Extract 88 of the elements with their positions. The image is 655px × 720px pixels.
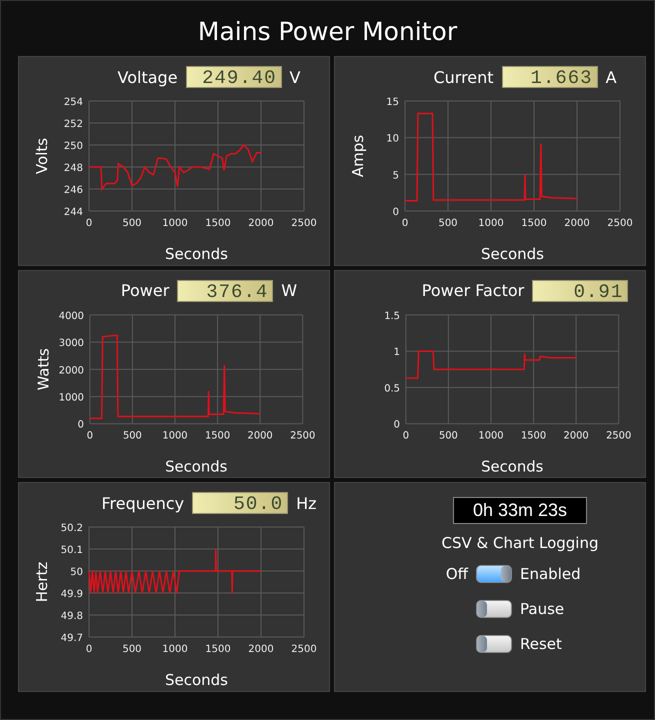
axis-tick-label: 50.1 bbox=[60, 545, 83, 556]
axis-tick-label: 49.9 bbox=[60, 589, 83, 600]
toggle-switch[interactable] bbox=[476, 600, 512, 618]
x-axis-label: Seconds bbox=[165, 458, 228, 476]
axis-tick-label: 1500 bbox=[521, 218, 547, 229]
axis-tick-label: 50 bbox=[70, 567, 83, 578]
lcd-readout: 376.4 bbox=[177, 280, 274, 302]
axis-tick-label: 2000 bbox=[248, 644, 274, 655]
axis-tick-label: 246 bbox=[64, 185, 83, 196]
x-axis-label: Seconds bbox=[164, 245, 228, 263]
axis-tick-label: 50.2 bbox=[60, 523, 83, 534]
lcd-readout: 50.0 bbox=[192, 492, 288, 514]
toggle-label: Enabled bbox=[520, 564, 580, 582]
axis-tick-label: 2500 bbox=[290, 430, 316, 442]
y-axis-label: Hertz bbox=[33, 562, 51, 602]
y-axis-label: Volts bbox=[33, 138, 51, 174]
axis-tick-label: 1000 bbox=[162, 218, 188, 229]
off-label: Off bbox=[444, 564, 468, 582]
axis-tick-label: 0 bbox=[402, 430, 410, 442]
axis-tick-label: 1000 bbox=[58, 392, 84, 404]
axis-tick-label: 1500 bbox=[205, 218, 231, 229]
axis-tick-label: 0 bbox=[402, 218, 408, 229]
axis-tick-label: 4000 bbox=[58, 310, 84, 322]
axis-tick-label: 250 bbox=[64, 141, 83, 152]
axis-tick-label: 1000 bbox=[478, 430, 504, 442]
elapsed-time-display: 0h 33m 23s bbox=[453, 497, 587, 524]
axis-tick-label: 3000 bbox=[58, 338, 84, 349]
unit-label: A bbox=[606, 68, 617, 86]
axis-tick-label: 248 bbox=[64, 163, 83, 174]
unit-label: W bbox=[281, 281, 298, 300]
axis-tick-label: 1000 bbox=[162, 430, 188, 442]
axis-tick-label: 1500 bbox=[205, 644, 231, 655]
axis-tick-label: 500 bbox=[122, 644, 142, 655]
axis-tick-label: 0.5 bbox=[384, 383, 400, 394]
axis-tick-label: 0 bbox=[86, 430, 94, 442]
axis-tick-label: 49.8 bbox=[60, 611, 83, 622]
toggle-switch[interactable] bbox=[476, 634, 512, 652]
unit-label: V bbox=[290, 68, 300, 86]
axis-tick-label: 1500 bbox=[204, 430, 230, 442]
axis-tick-label: 1 bbox=[394, 346, 400, 358]
panel-title: Current bbox=[433, 68, 494, 86]
axis-tick-label: 2500 bbox=[607, 218, 633, 229]
axis-tick-label: 10 bbox=[386, 134, 399, 145]
panel-title: Power Factor bbox=[422, 281, 524, 300]
axis-tick-label: 0 bbox=[394, 420, 400, 430]
axis-tick-label: 0 bbox=[78, 420, 84, 430]
y-axis-label: Amps bbox=[349, 134, 367, 178]
logging-title: CSV & Chart Logging bbox=[442, 534, 598, 552]
panel-title: Power bbox=[120, 281, 170, 300]
axis-tick-label: 5 bbox=[392, 170, 399, 182]
toggle-label: Pause bbox=[520, 600, 566, 618]
axis-tick-label: 1000 bbox=[478, 218, 504, 229]
axis-tick-label: 2000 bbox=[58, 365, 84, 376]
axis-tick-label: 49.7 bbox=[60, 633, 83, 644]
y-axis-label: Watts bbox=[35, 348, 52, 390]
axis-tick-label: 0 bbox=[86, 644, 92, 655]
axis-tick-label: 1500 bbox=[520, 430, 546, 442]
axis-tick-label: 2000 bbox=[564, 218, 590, 229]
axis-tick-label: 2000 bbox=[564, 430, 589, 442]
toggle-label: Reset bbox=[520, 634, 563, 652]
axis-tick-label: 2000 bbox=[248, 218, 274, 229]
axis-tick-label: 2500 bbox=[606, 430, 632, 442]
axis-tick-label: 2000 bbox=[248, 430, 273, 442]
x-axis-label: Seconds bbox=[480, 245, 544, 263]
toggle-switch[interactable] bbox=[476, 564, 512, 582]
axis-tick-label: 1000 bbox=[162, 644, 188, 655]
axis-tick-label: 500 bbox=[123, 430, 142, 442]
axis-tick-label: 500 bbox=[438, 218, 458, 229]
axis-tick-label: 252 bbox=[64, 119, 83, 130]
lcd-readout: 1.663 bbox=[502, 66, 598, 88]
axis-tick-label: 0 bbox=[86, 218, 92, 229]
axis-tick-label: 500 bbox=[439, 430, 458, 442]
lcd-readout: 249.40 bbox=[186, 66, 282, 88]
panel-title: Voltage bbox=[118, 68, 178, 86]
x-axis-label: Seconds bbox=[164, 671, 228, 689]
axis-tick-label: 2500 bbox=[291, 218, 317, 229]
axis-tick-label: 1.5 bbox=[384, 310, 400, 322]
axis-tick-label: 244 bbox=[64, 207, 83, 218]
lcd-readout: 0.91 bbox=[532, 280, 628, 302]
unit-label: Hz bbox=[296, 494, 317, 512]
window-title: Mains Power Monitor bbox=[196, 16, 458, 48]
axis-tick-label: 0 bbox=[392, 207, 399, 218]
panel-title: Frequency bbox=[101, 494, 184, 512]
axis-tick-label: 15 bbox=[386, 97, 399, 108]
axis-tick-label: 500 bbox=[122, 218, 142, 229]
axis-tick-label: 254 bbox=[64, 97, 83, 108]
axis-tick-label: 2500 bbox=[291, 644, 317, 655]
x-axis-label: Seconds bbox=[481, 458, 544, 476]
